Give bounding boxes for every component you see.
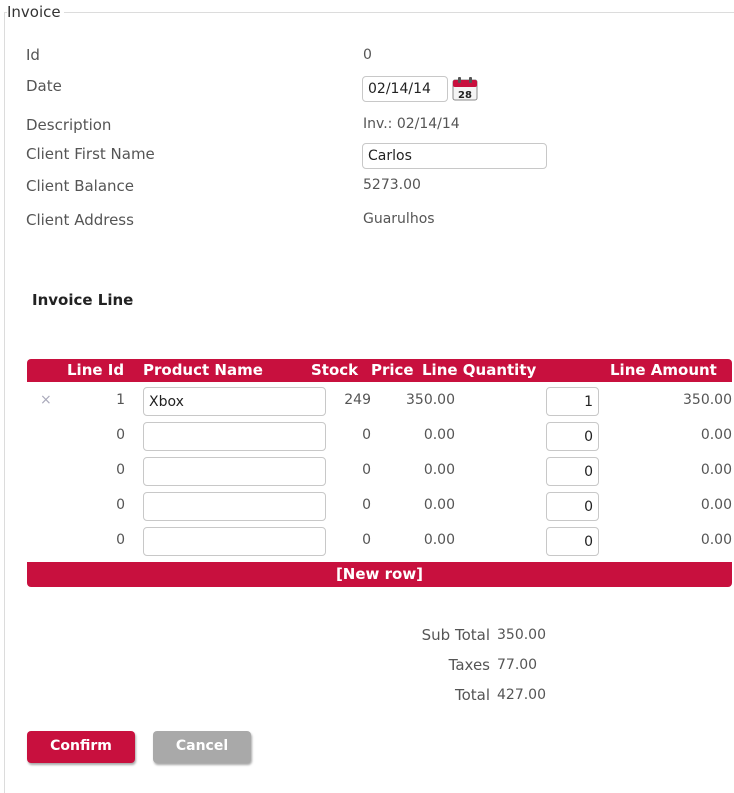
quantity-input[interactable]: [546, 527, 599, 556]
line-id-cell: 0: [116, 532, 125, 548]
confirm-button[interactable]: Confirm: [27, 731, 135, 763]
client-balance-label: Client Balance: [26, 177, 135, 195]
line-id-cell: 1: [116, 392, 125, 408]
price-cell: 0.00: [423, 427, 455, 443]
stock-cell: 0: [362, 462, 371, 478]
price-cell: 350.00: [406, 392, 455, 408]
quantity-input[interactable]: [546, 422, 599, 451]
product-name-input[interactable]: [143, 387, 326, 416]
invoice-line-title: Invoice Line: [32, 291, 134, 309]
table-row: 0 0 0.00 0.00: [27, 489, 732, 522]
description-value: Inv.: 02/14/14: [363, 116, 460, 132]
client-first-name-label: Client First Name: [26, 145, 155, 163]
calendar-day: 28: [458, 90, 472, 101]
col-line-quantity: Line Quantity: [422, 361, 537, 379]
product-name-input[interactable]: [143, 527, 326, 556]
sub-total-value: 350.00: [497, 627, 546, 643]
stock-cell: 0: [362, 497, 371, 513]
quantity-input[interactable]: [546, 457, 599, 486]
stock-cell: 0: [362, 427, 371, 443]
col-product-name: Product Name: [143, 361, 263, 379]
table-row: × 1 249 350.00 350.00: [27, 384, 732, 417]
client-balance-value: 5273.00: [363, 177, 421, 193]
quantity-input[interactable]: [546, 492, 599, 521]
date-input[interactable]: [362, 76, 448, 102]
col-line-id: Line Id: [67, 361, 125, 379]
table-row: 0 0 0.00 0.00: [27, 524, 732, 557]
client-first-name-input[interactable]: [362, 143, 547, 169]
cancel-button[interactable]: Cancel: [153, 731, 251, 763]
id-value: 0: [363, 47, 372, 63]
calendar-icon[interactable]: 28: [451, 75, 479, 101]
total-label: Total: [454, 686, 490, 704]
price-cell: 0.00: [423, 462, 455, 478]
line-id-cell: 0: [116, 462, 125, 478]
client-address-label: Client Address: [26, 211, 134, 229]
taxes-value: 77.00: [497, 657, 538, 673]
line-amount-cell: 0.00: [700, 497, 732, 513]
col-line-amount: Line Amount: [610, 361, 717, 379]
total-value: 427.00: [497, 687, 546, 703]
price-cell: 0.00: [423, 532, 455, 548]
quantity-input[interactable]: [546, 387, 599, 416]
line-id-cell: 0: [116, 497, 125, 513]
line-amount-cell: 350.00: [683, 392, 732, 408]
taxes-label: Taxes: [448, 656, 490, 674]
price-cell: 0.00: [423, 497, 455, 513]
invoice-legend: Invoice: [7, 3, 64, 21]
product-name-input[interactable]: [143, 492, 326, 521]
product-name-input[interactable]: [143, 457, 326, 486]
grid-header: Line Id Product Name Stock Price Line Qu…: [27, 359, 732, 382]
line-amount-cell: 0.00: [700, 532, 732, 548]
sub-total-label: Sub Total: [421, 626, 490, 644]
stock-cell: 249: [344, 392, 371, 408]
invoice-line-grid: Line Id Product Name Stock Price Line Qu…: [27, 359, 732, 587]
col-price: Price: [371, 361, 414, 379]
description-label: Description: [26, 116, 112, 134]
line-id-cell: 0: [116, 427, 125, 443]
line-amount-cell: 0.00: [700, 427, 732, 443]
id-label: Id: [26, 46, 40, 64]
stock-cell: 0: [362, 532, 371, 548]
product-name-input[interactable]: [143, 422, 326, 451]
col-stock: Stock: [311, 361, 359, 379]
date-label: Date: [26, 77, 62, 95]
delete-row-icon[interactable]: ×: [40, 392, 52, 408]
new-row-button[interactable]: [New row]: [27, 562, 732, 587]
client-address-value: Guarulhos: [363, 211, 435, 227]
table-row: 0 0 0.00 0.00: [27, 454, 732, 487]
line-amount-cell: 0.00: [700, 462, 732, 478]
table-row: 0 0 0.00 0.00: [27, 419, 732, 452]
